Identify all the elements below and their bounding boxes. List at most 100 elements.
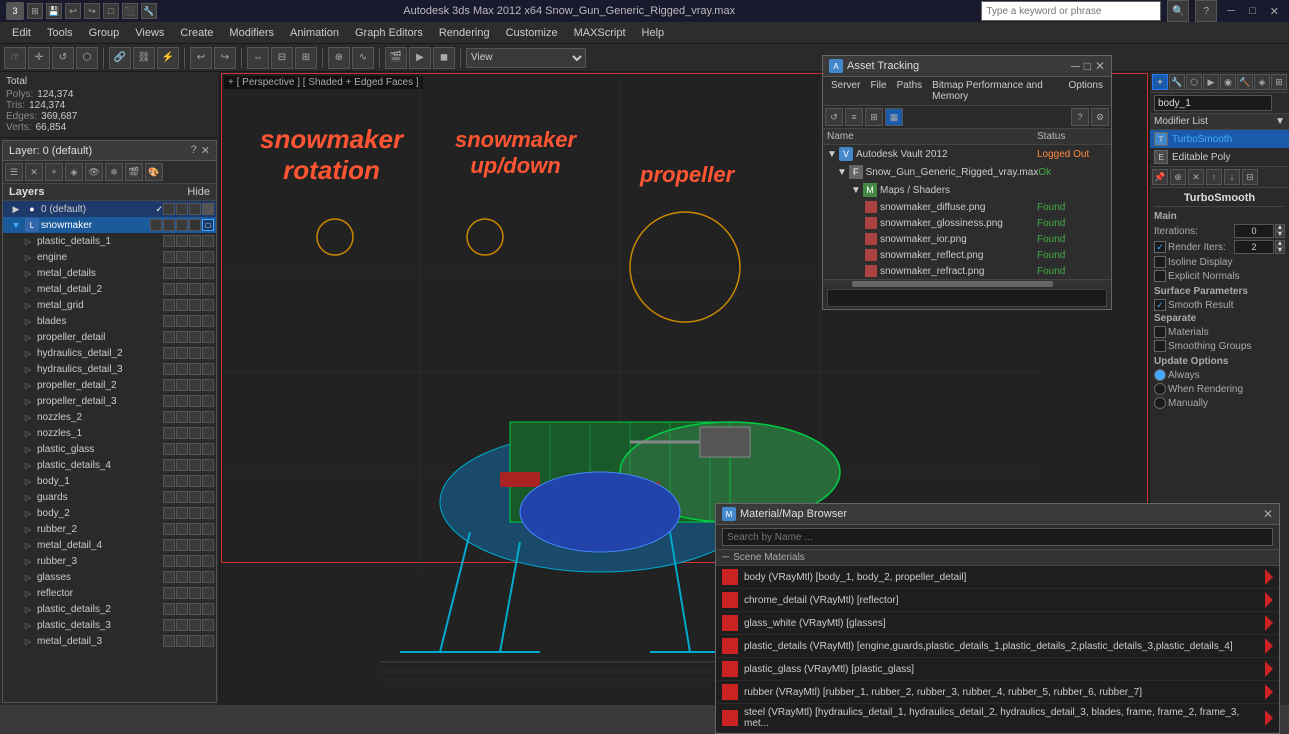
layer-ctrl[interactable] [163, 427, 175, 439]
layer-ctrl[interactable] [176, 523, 188, 535]
layer-ctrl[interactable] [176, 235, 188, 247]
ts-isoline-check[interactable] [1154, 256, 1166, 268]
layer-ctrl[interactable] [189, 235, 201, 247]
layer-ctrl[interactable] [163, 315, 175, 327]
layer-ctrl[interactable] [202, 539, 214, 551]
mb-search-input[interactable] [722, 528, 1273, 546]
at-scrollbar-thumb[interactable] [852, 281, 1054, 287]
layer-item[interactable]: ▷ metal_detail_2 [3, 281, 216, 297]
menu-animation[interactable]: Animation [282, 25, 347, 41]
mb-item[interactable]: plastic_glass (VRayMtl) [plastic_glass] [716, 658, 1279, 681]
layer-item[interactable]: ▷ metal_grid [3, 297, 216, 313]
at-row[interactable]: snowmaker_diffuse.png Found [823, 199, 1111, 215]
menu-create[interactable]: Create [172, 25, 221, 41]
at-row[interactable]: snowmaker_reflect.png Found [823, 247, 1111, 263]
layer-ctrl[interactable] [202, 443, 214, 455]
layer-ctrl[interactable] [176, 459, 188, 471]
layer-ctrl[interactable] [176, 395, 188, 407]
at-table[interactable]: ▼ V Autodesk Vault 2012 Logged Out ▼ F S… [823, 145, 1111, 279]
layer-ctrl[interactable] [176, 635, 188, 647]
layer-ctrl[interactable] [176, 379, 188, 391]
mod-icon3[interactable]: ✕ [1188, 169, 1204, 185]
layer-ctrl[interactable] [176, 539, 188, 551]
layer-visible[interactable] [150, 219, 162, 231]
at-expand-icon[interactable]: ▼ [827, 149, 837, 160]
layer-item[interactable]: ▷ nozzles_1 [3, 425, 216, 441]
cmd-display[interactable]: ◉ [1220, 74, 1236, 90]
layer-item[interactable]: ▷ glasses [3, 569, 216, 585]
layer-item[interactable]: ▷ metal_details [3, 265, 216, 281]
layer-ctrl[interactable] [189, 635, 201, 647]
layer-ctrl[interactable] [163, 347, 175, 359]
ts-always-radio[interactable] [1154, 369, 1166, 381]
at-row[interactable]: snowmaker_ior.png Found [823, 231, 1111, 247]
ts-smoothing-check[interactable] [1154, 340, 1166, 352]
layer-ctrl[interactable] [163, 571, 175, 583]
layer-ctrl[interactable] [163, 411, 175, 423]
layer-color-btn[interactable]: 🎨 [145, 163, 163, 181]
win-max[interactable]: □ [1245, 5, 1260, 17]
layer-color[interactable] [202, 203, 214, 215]
layer-ctrl[interactable] [163, 475, 175, 487]
mb-item[interactable]: rubber (VRayMtl) [rubber_1, rubber_2, ru… [716, 681, 1279, 704]
menu-rendering[interactable]: Rendering [431, 25, 498, 41]
tb-icon-7[interactable]: 🔧 [141, 3, 157, 19]
ts-render-iters-check[interactable]: ✓ [1154, 241, 1166, 253]
layer-ctrl[interactable] [176, 507, 188, 519]
layer-ctrl[interactable] [163, 603, 175, 615]
layer-ctrl[interactable] [202, 299, 214, 311]
layer-item[interactable]: ▷ guards [3, 489, 216, 505]
layer-item[interactable]: ▷ metal_detail_4 [3, 537, 216, 553]
layer-ctrl[interactable] [189, 347, 201, 359]
tb-icon-4[interactable]: ↪ [84, 3, 100, 19]
layer-item[interactable]: ▷ nozzles_2 [3, 409, 216, 425]
layer-ctrl[interactable] [163, 587, 175, 599]
at-row[interactable]: ▼ V Autodesk Vault 2012 Logged Out [823, 145, 1111, 163]
menu-help[interactable]: Help [634, 25, 673, 41]
cmd-modify[interactable]: 🔧 [1169, 74, 1185, 90]
layer-ctrl[interactable] [202, 619, 214, 631]
layer-item[interactable]: ▷ propeller_detail [3, 329, 216, 345]
layer-ctrl[interactable] [176, 411, 188, 423]
ts-smooth-check[interactable]: ✓ [1154, 299, 1166, 311]
layer-ctrl[interactable] [163, 395, 175, 407]
layer-ctrl[interactable] [163, 331, 175, 343]
layer-ctrl[interactable] [202, 283, 214, 295]
layer-ctrl[interactable] [163, 635, 175, 647]
layer-ctrl[interactable] [176, 251, 188, 263]
layer-ctrl[interactable] [202, 411, 214, 423]
modifier-dropdown-icon[interactable]: ▼ [1275, 116, 1285, 127]
at-scrollbar[interactable] [823, 279, 1111, 287]
layer-ctrl[interactable] [202, 251, 214, 263]
layer-ctrl[interactable] [189, 619, 201, 631]
layer-ctrl[interactable] [163, 459, 175, 471]
cmd-create[interactable]: ✦ [1152, 74, 1168, 90]
at-path-box[interactable] [827, 289, 1107, 307]
layer-ctrl[interactable] [202, 635, 214, 647]
reference-coord[interactable]: View [466, 48, 586, 68]
cmd-icon-8[interactable]: ⊞ [1271, 74, 1287, 90]
layer-ctrl[interactable] [176, 491, 188, 503]
layer-list[interactable]: ▶ ● 0 (default) ✓ ▼ L snowma [3, 201, 216, 702]
layer-ctrl[interactable] [189, 587, 201, 599]
render-iters-down[interactable]: ▼ [1275, 247, 1285, 254]
layer-ctrl[interactable] [202, 331, 214, 343]
at-menu-options[interactable]: Options [1065, 79, 1107, 103]
layer-ctrl[interactable] [163, 555, 175, 567]
layer-ctrl[interactable] [176, 555, 188, 567]
modifier-item-turbosmooth[interactable]: T TurboSmooth [1150, 130, 1289, 148]
mb-item[interactable]: plastic_details (VRayMtl) [engine,guards… [716, 635, 1279, 658]
menu-edit[interactable]: Edit [4, 25, 39, 41]
layer-ctrl[interactable] [202, 363, 214, 375]
tool-align2[interactable]: ⊞ [295, 47, 317, 69]
layer-ctrl[interactable] [202, 555, 214, 567]
cmd-icon-7[interactable]: ◈ [1254, 74, 1270, 90]
at-close-btn[interactable]: ✕ [1095, 59, 1105, 73]
layer-ctrl[interactable] [202, 571, 214, 583]
layer-ctrl[interactable] [189, 267, 201, 279]
menu-group[interactable]: Group [81, 25, 128, 41]
layer-ctrl[interactable] [189, 507, 201, 519]
layer-add-btn[interactable]: + [45, 163, 63, 181]
layer-new-btn[interactable]: ☰ [5, 163, 23, 181]
layer-ctrl[interactable] [202, 523, 214, 535]
